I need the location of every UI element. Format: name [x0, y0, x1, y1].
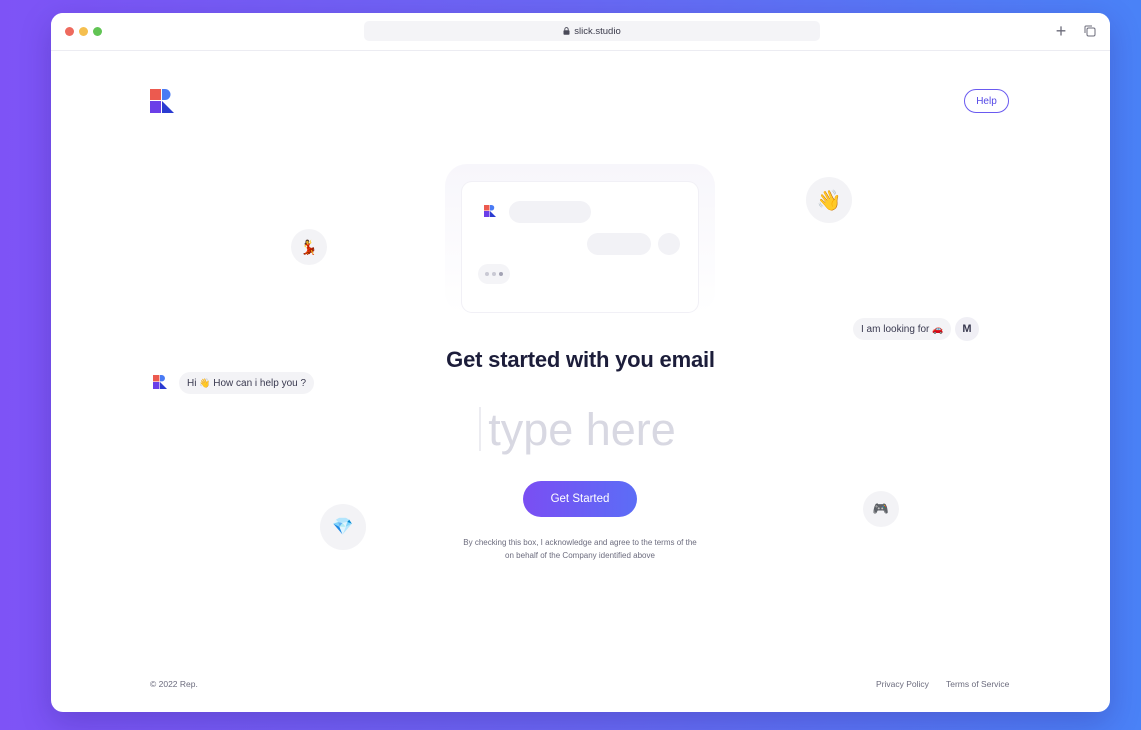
gamepad-emoji-icon: 🎮 [863, 491, 899, 527]
looking-for-chip: I am looking for 🚗 [853, 318, 952, 340]
user-avatar: M [955, 317, 979, 341]
close-window-button[interactable] [65, 27, 74, 36]
terms-line-2: on behalf of the Company identified abov… [505, 551, 655, 560]
new-tab-icon[interactable]: + [1053, 22, 1069, 40]
terms-of-service-link[interactable]: Terms of Service [946, 679, 1009, 689]
browser-window: slick.studio + Help 👋 💃 💎 🎮 I am looking… [51, 13, 1110, 712]
footer-copyright: © 2022 Rep. [150, 679, 198, 689]
url-text: slick.studio [574, 25, 621, 37]
page-title: Get started with you email [446, 347, 715, 372]
lock-icon [563, 27, 570, 35]
chat-preview-avatar [658, 233, 680, 255]
tabs-overview-icon[interactable] [1082, 23, 1098, 39]
chat-preview-bubble-bot [509, 201, 591, 223]
wave-emoji-small-icon: 👋 [199, 377, 211, 388]
email-input[interactable] [430, 401, 734, 459]
car-emoji-icon: 🚗 [932, 323, 944, 334]
chat-preview-bubble-user [587, 233, 651, 255]
chat-preview-card [462, 182, 698, 312]
terms-line-1: By checking this box, I acknowledge and … [463, 538, 697, 547]
dancer-emoji-icon: 💃 [291, 229, 327, 265]
browser-titlebar: slick.studio + [51, 13, 1110, 51]
greeting-text: How can i help you ? [213, 377, 307, 389]
looking-for-text: I am looking for [861, 323, 930, 335]
get-started-button[interactable]: Get Started [523, 481, 637, 517]
wave-emoji-icon: 👋 [806, 177, 852, 223]
chat-preview-logo [484, 204, 496, 217]
gem-emoji-icon: 💎 [320, 504, 366, 550]
terms-text: By checking this box, I acknowledge and … [430, 536, 730, 562]
greeting-prefix: Hi [187, 377, 197, 389]
minimize-window-button[interactable] [79, 27, 88, 36]
greeting-chip: Hi 👋 How can i help you ? [179, 372, 315, 394]
brand-logo[interactable] [150, 89, 174, 113]
address-bar[interactable]: slick.studio [364, 21, 820, 41]
help-button[interactable]: Help [964, 89, 1009, 113]
maximize-window-button[interactable] [93, 27, 102, 36]
typing-indicator [478, 264, 510, 284]
privacy-policy-link[interactable]: Privacy Policy [876, 679, 929, 689]
chat-bot-logo [153, 375, 167, 389]
